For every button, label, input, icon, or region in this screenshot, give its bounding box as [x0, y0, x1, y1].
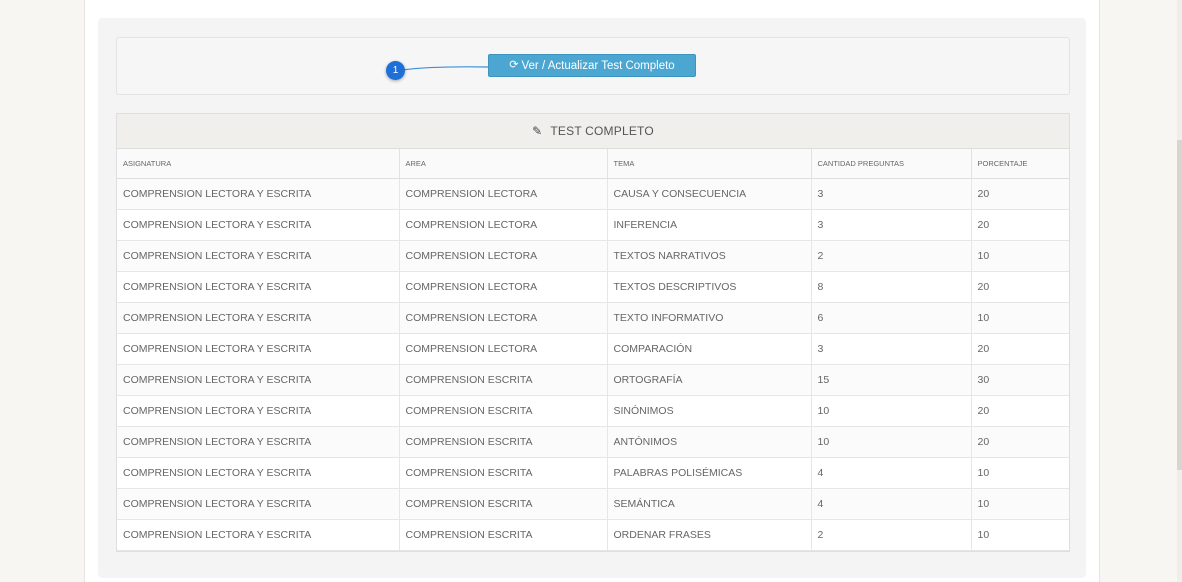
cell-asignatura: COMPRENSION LECTORA Y ESCRITA	[117, 457, 400, 489]
cell-cantidad-preguntas: 10	[811, 426, 972, 458]
cell-area: COMPRENSION LECTORA	[399, 178, 608, 210]
view-update-test-label: Ver / Actualizar Test Completo	[521, 59, 675, 72]
cell-tema: TEXTO INFORMATIVO	[607, 302, 812, 334]
cell-cantidad-preguntas: 3	[811, 209, 972, 241]
cell-tema: SINÓNIMOS	[607, 395, 812, 427]
table-row[interactable]: COMPRENSION LECTORA Y ESCRITA COMPRENSION…	[117, 519, 1069, 551]
cell-cantidad-preguntas: 15	[811, 364, 972, 396]
cell-asignatura: COMPRENSION LECTORA Y ESCRITA	[117, 519, 400, 551]
column-header-cantidad-preguntas[interactable]: CANTIDAD PREGUNTAS	[811, 149, 972, 179]
cell-tema: INFERENCIA	[607, 209, 812, 241]
table-title: TEST COMPLETO	[550, 124, 654, 138]
column-header-area[interactable]: AREA	[399, 149, 608, 179]
table-header-row: ASIGNATURA AREA TEMA CANTIDAD PREGUNTAS …	[117, 149, 1069, 179]
cell-tema: ORDENAR FRASES	[607, 519, 812, 551]
cell-porcentaje: 10	[971, 519, 1069, 551]
refresh-icon: ⟳	[509, 59, 519, 71]
cell-asignatura: COMPRENSION LECTORA Y ESCRITA	[117, 364, 400, 396]
cell-tema: PALABRAS POLISÉMICAS	[607, 457, 812, 489]
table-row[interactable]: COMPRENSION LECTORA Y ESCRITA COMPRENSION…	[117, 178, 1069, 210]
cell-asignatura: COMPRENSION LECTORA Y ESCRITA	[117, 271, 400, 303]
scrollbar-thumb[interactable]	[1177, 140, 1182, 470]
cell-area: COMPRENSION ESCRITA	[399, 488, 608, 520]
table-row[interactable]: COMPRENSION LECTORA Y ESCRITA COMPRENSION…	[117, 302, 1069, 334]
cell-area: COMPRENSION ESCRITA	[399, 457, 608, 489]
cell-cantidad-preguntas: 4	[811, 488, 972, 520]
cell-cantidad-preguntas: 3	[811, 178, 972, 210]
right-sidebar	[1099, 0, 1182, 582]
cell-porcentaje: 10	[971, 488, 1069, 520]
cell-area: COMPRENSION LECTORA	[399, 333, 608, 365]
cell-tema: ORTOGRAFÍA	[607, 364, 812, 396]
cell-porcentaje: 10	[971, 302, 1069, 334]
cell-asignatura: COMPRENSION LECTORA Y ESCRITA	[117, 488, 400, 520]
column-header-asignatura[interactable]: ASIGNATURA	[117, 149, 400, 179]
table-row[interactable]: COMPRENSION LECTORA Y ESCRITA COMPRENSION…	[117, 364, 1069, 396]
cell-cantidad-preguntas: 10	[811, 395, 972, 427]
left-sidebar	[0, 0, 85, 582]
cell-porcentaje: 10	[971, 457, 1069, 489]
table-title-bar: ✎ TEST COMPLETO	[117, 114, 1069, 149]
step-connector-line	[402, 66, 489, 71]
cell-area: COMPRENSION LECTORA	[399, 209, 608, 241]
table-row[interactable]: COMPRENSION LECTORA Y ESCRITA COMPRENSION…	[117, 395, 1069, 427]
cell-tema: ANTÓNIMOS	[607, 426, 812, 458]
cell-porcentaje: 20	[971, 271, 1069, 303]
cell-cantidad-preguntas: 6	[811, 302, 972, 334]
table-row[interactable]: COMPRENSION LECTORA Y ESCRITA COMPRENSION…	[117, 457, 1069, 489]
cell-asignatura: COMPRENSION LECTORA Y ESCRITA	[117, 333, 400, 365]
cell-cantidad-preguntas: 4	[811, 457, 972, 489]
cell-porcentaje: 20	[971, 209, 1069, 241]
step-number: 1	[392, 65, 399, 76]
cell-asignatura: COMPRENSION LECTORA Y ESCRITA	[117, 395, 400, 427]
cell-asignatura: COMPRENSION LECTORA Y ESCRITA	[117, 426, 400, 458]
cell-area: COMPRENSION LECTORA	[399, 302, 608, 334]
cell-tema: TEXTOS DESCRIPTIVOS	[607, 271, 812, 303]
table-row[interactable]: COMPRENSION LECTORA Y ESCRITA COMPRENSION…	[117, 333, 1069, 365]
test-table: ASIGNATURA AREA TEMA CANTIDAD PREGUNTAS …	[117, 149, 1069, 551]
cell-porcentaje: 20	[971, 395, 1069, 427]
cell-porcentaje: 10	[971, 240, 1069, 272]
cell-asignatura: COMPRENSION LECTORA Y ESCRITA	[117, 178, 400, 210]
table-row[interactable]: COMPRENSION LECTORA Y ESCRITA COMPRENSION…	[117, 426, 1069, 458]
cell-tema: CAUSA Y CONSECUENCIA	[607, 178, 812, 210]
column-header-tema[interactable]: TEMA	[607, 149, 812, 179]
cell-area: COMPRENSION LECTORA	[399, 240, 608, 272]
pencil-icon: ✎	[532, 124, 543, 138]
cell-area: COMPRENSION ESCRITA	[399, 364, 608, 396]
test-table-panel: ✎ TEST COMPLETO ASIGNATURA AREA TEMA CAN…	[116, 113, 1070, 552]
cell-cantidad-preguntas: 8	[811, 271, 972, 303]
cell-tema: COMPARACIÓN	[607, 333, 812, 365]
cell-porcentaje: 20	[971, 178, 1069, 210]
cell-asignatura: COMPRENSION LECTORA Y ESCRITA	[117, 209, 400, 241]
table-body: COMPRENSION LECTORA Y ESCRITA COMPRENSION…	[117, 178, 1069, 551]
table-row[interactable]: COMPRENSION LECTORA Y ESCRITA COMPRENSION…	[117, 271, 1069, 303]
cell-asignatura: COMPRENSION LECTORA Y ESCRITA	[117, 302, 400, 334]
table-row[interactable]: COMPRENSION LECTORA Y ESCRITA COMPRENSION…	[117, 488, 1069, 520]
column-header-porcentaje[interactable]: PORCENTAJE	[971, 149, 1069, 179]
cell-tema: TEXTOS NARRATIVOS	[607, 240, 812, 272]
cell-area: COMPRENSION ESCRITA	[399, 426, 608, 458]
cell-cantidad-preguntas: 2	[811, 240, 972, 272]
cell-asignatura: COMPRENSION LECTORA Y ESCRITA	[117, 240, 400, 272]
view-update-test-button[interactable]: ⟳ Ver / Actualizar Test Completo	[488, 54, 696, 77]
cell-cantidad-preguntas: 2	[811, 519, 972, 551]
step-badge: 1	[386, 61, 405, 80]
cell-porcentaje: 20	[971, 426, 1069, 458]
cell-cantidad-preguntas: 3	[811, 333, 972, 365]
cell-area: COMPRENSION ESCRITA	[399, 519, 608, 551]
cell-porcentaje: 20	[971, 333, 1069, 365]
table-row[interactable]: COMPRENSION LECTORA Y ESCRITA COMPRENSION…	[117, 240, 1069, 272]
cell-porcentaje: 30	[971, 364, 1069, 396]
cell-area: COMPRENSION LECTORA	[399, 271, 608, 303]
cell-tema: SEMÁNTICA	[607, 488, 812, 520]
table-row[interactable]: COMPRENSION LECTORA Y ESCRITA COMPRENSION…	[117, 209, 1069, 241]
cell-area: COMPRENSION ESCRITA	[399, 395, 608, 427]
